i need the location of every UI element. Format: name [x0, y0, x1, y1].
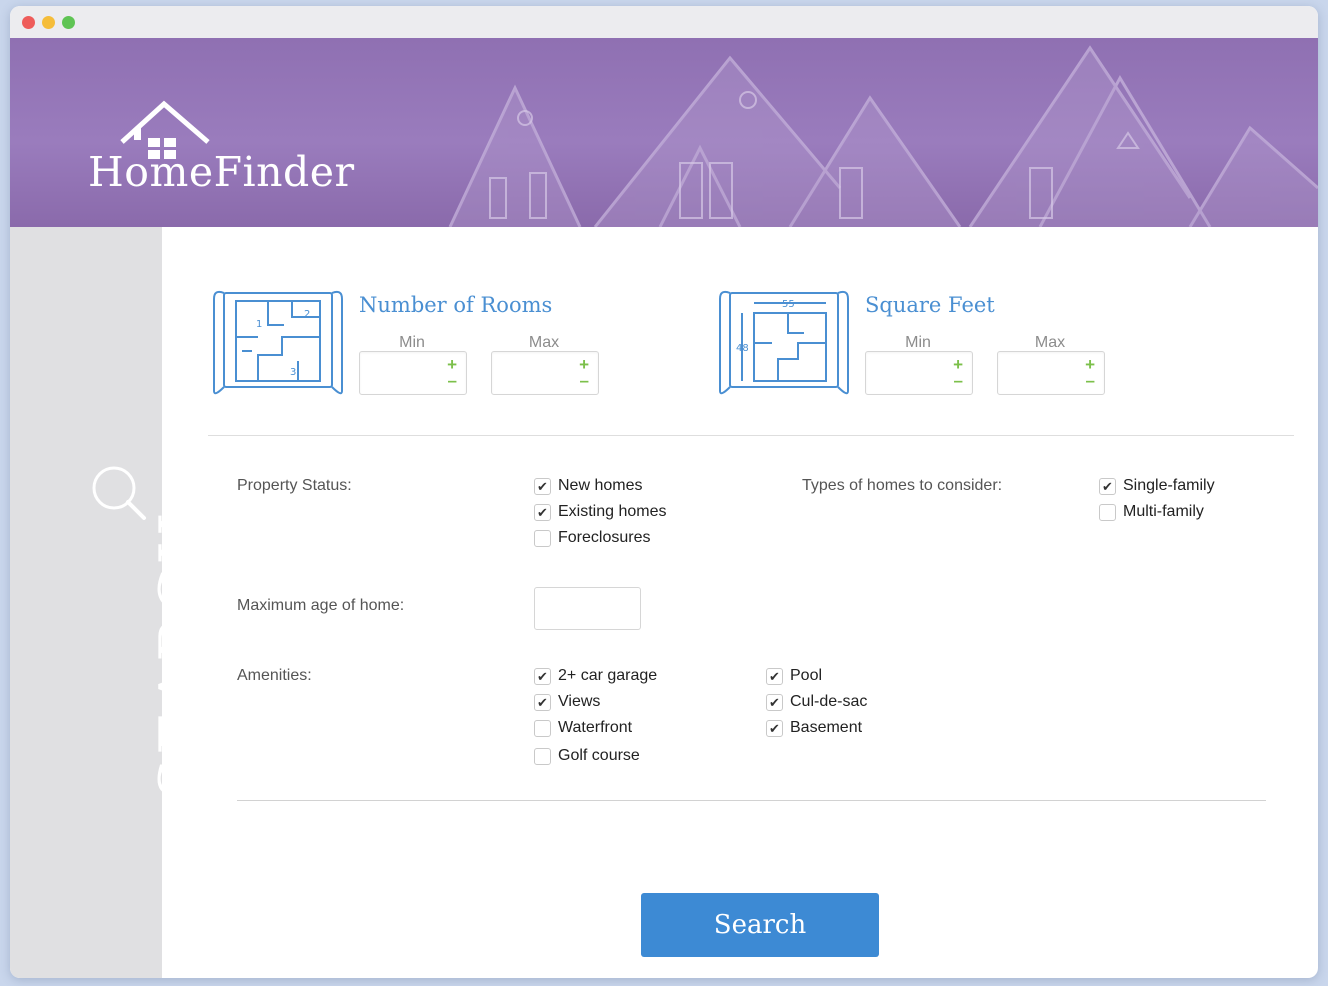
bottom-divider [237, 800, 1266, 801]
property-status-label: Property Status: [237, 477, 352, 494]
max-age-input[interactable] [534, 587, 641, 630]
blueprint-width-label: 55 [782, 299, 795, 310]
checkbox-label: Golf course [558, 747, 640, 764]
checkbox-box[interactable] [1099, 504, 1116, 521]
blueprint-room-3-label: 3 [290, 367, 296, 378]
checkbox-label: New homes [558, 477, 643, 494]
checkbox-box[interactable]: ✔ [1099, 478, 1116, 495]
checkbox-box[interactable]: ✔ [534, 478, 551, 495]
checkbox-box[interactable] [534, 530, 551, 547]
blueprint-room-1-label: 1 [256, 319, 262, 330]
checkbox-label: Foreclosures [558, 529, 651, 546]
close-window-button[interactable] [22, 16, 35, 29]
header-banner: HomeFinder [10, 38, 1318, 227]
checkbox-label: Views [558, 693, 601, 710]
square-feet-max-decrement-button[interactable]: – [1086, 372, 1095, 389]
square-feet-min-label: Min [905, 334, 931, 351]
checkbox-label: Basement [790, 719, 863, 736]
home-types-label: Types of homes to consider: [802, 477, 1003, 494]
checkbox-box[interactable]: ✔ [534, 694, 551, 711]
checkbox-label: 2+ car garage [558, 667, 658, 684]
window-titlebar [10, 6, 1318, 39]
square-feet-max-label: Max [1034, 334, 1066, 351]
maximize-window-button[interactable] [62, 16, 75, 29]
search-form: 1 2 3 Number of Rooms Min Max + – + – 55… [162, 227, 1318, 978]
checkbox-box[interactable] [534, 720, 551, 737]
magnifier-icon [92, 466, 146, 520]
checkbox-box[interactable]: ✔ [534, 504, 551, 521]
blueprint-height-label: 48 [736, 343, 749, 354]
search-button[interactable]: Search [641, 893, 879, 957]
checkbox-box[interactable] [534, 748, 551, 765]
checkbox-label: Single-family [1123, 477, 1215, 494]
square-feet-title: Square Feet [865, 293, 995, 317]
checkbox-box[interactable]: ✔ [766, 720, 783, 737]
top-divider [208, 435, 1294, 436]
checkbox-box[interactable]: ✔ [766, 694, 783, 711]
blueprint-icon: 1 2 3 [213, 290, 343, 395]
rooms-min-label: Min [399, 334, 425, 351]
rooms-max-stepper[interactable]: + – [491, 351, 599, 395]
rooms-min-stepper[interactable]: + – [359, 351, 467, 395]
square-feet-min-stepper[interactable]: + – [865, 351, 973, 395]
rooms-title: Number of Rooms [359, 293, 553, 317]
checkbox-label: Existing homes [558, 503, 667, 520]
checkbox-label: Pool [790, 667, 823, 684]
amenities-label: Amenities: [237, 667, 312, 684]
checkbox-box[interactable]: ✔ [534, 668, 551, 685]
blueprint-room-2-label: 2 [304, 309, 310, 320]
max-age-label: Maximum age of home: [237, 597, 405, 614]
minimize-window-button[interactable] [42, 16, 55, 29]
rooms-max-label: Max [528, 334, 560, 351]
checkbox-label: Multi-family [1123, 503, 1204, 520]
rooms-min-decrement-button[interactable]: – [448, 372, 457, 389]
sidebar: SEARCH [10, 227, 217, 978]
checkbox-box[interactable]: ✔ [766, 668, 783, 685]
blueprint-dimensions-icon: 55 48 [719, 290, 849, 395]
square-feet-max-stepper[interactable]: + – [997, 351, 1105, 395]
checkbox-label: Waterfront [558, 719, 633, 736]
rooms-max-decrement-button[interactable]: – [580, 372, 589, 389]
app-logo-text: HomeFinder [88, 148, 355, 196]
square-feet-min-decrement-button[interactable]: – [954, 372, 963, 389]
browser-window: HomeFinder SEARCH 1 2 3 Number of Rooms … [10, 6, 1318, 978]
checkbox-label: Cul-de-sac [790, 693, 868, 710]
